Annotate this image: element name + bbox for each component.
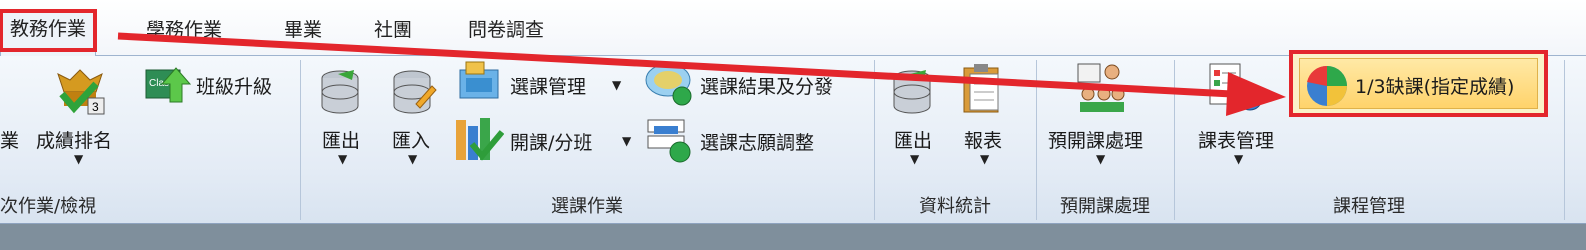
annotation-arrow-icon <box>117 32 1286 116</box>
